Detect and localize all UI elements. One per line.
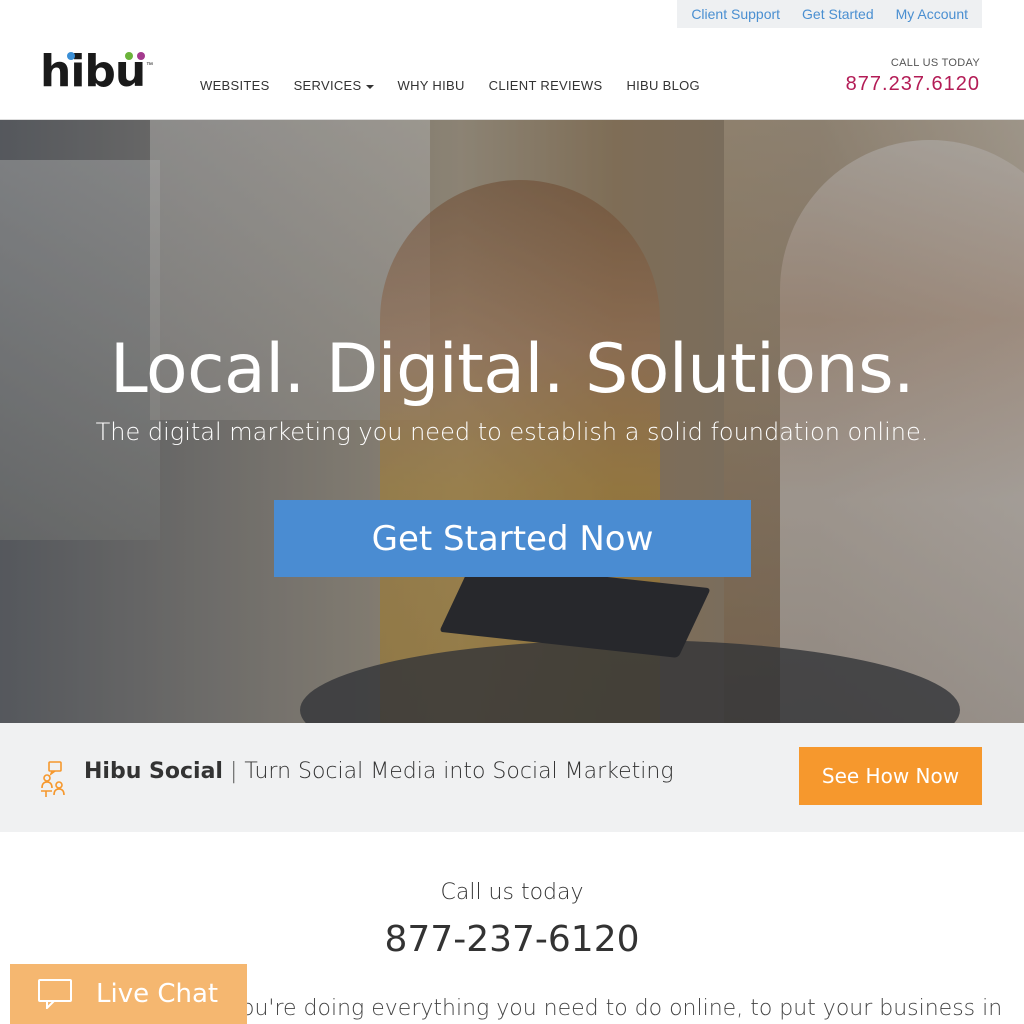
live-chat-button[interactable]: Live Chat [10,964,247,1024]
logo-dot-green [125,52,133,60]
call-section-label: Call us today [440,880,584,905]
logo-dot-purple [137,52,145,60]
utility-nav: Client Support Get Started My Account [677,0,982,28]
promo-subtitle: Turn Social Media into Social Marketing [244,759,674,784]
hero-banner: Local. Digital. Solutions. The digital m… [0,120,1024,723]
call-section: Call us today 877-237-6120 [0,880,1024,960]
promo-separator: | [229,759,238,784]
social-people-icon [41,761,65,797]
caret-down-icon [365,85,374,89]
nav-services-label: SERVICES [293,78,362,93]
promo-band: Hibu Social | Turn Social Media into Soc… [0,723,1024,832]
promo-title: Hibu Social [84,759,223,784]
chat-bubble-icon [38,979,72,1009]
hibu-logo[interactable]: hibu ™ [40,48,160,98]
logo-trademark: ™ [146,62,153,69]
my-account-link[interactable]: My Account [888,0,976,28]
nav-why-hibu[interactable]: WHY HIBU [398,78,465,93]
see-how-now-button[interactable]: See How Now [799,747,982,805]
get-started-now-button[interactable]: Get Started Now [274,500,751,577]
intro-paragraph: you're doing everything you need to do o… [228,996,1003,1021]
site-header: hibu ™ WEBSITES SERVICES WHY HIBU CLIENT… [0,28,1024,120]
logo-dot-blue [67,52,75,60]
header-call-phone[interactable]: 877.237.6120 [846,73,980,96]
get-started-link[interactable]: Get Started [794,0,882,28]
nav-hibu-blog[interactable]: HIBU BLOG [626,78,700,93]
main-nav: WEBSITES SERVICES WHY HIBU CLIENT REVIEW… [200,78,700,93]
nav-services[interactable]: SERVICES [294,78,374,93]
client-support-link[interactable]: Client Support [683,0,788,28]
hero-subtitle: The digital marketing you need to establ… [95,418,929,446]
hero-title: Local. Digital. Solutions. [109,330,915,409]
header-call-label: CALL US TODAY [890,57,980,69]
call-section-phone[interactable]: 877-237-6120 [0,919,1024,960]
nav-websites[interactable]: WEBSITES [200,78,270,93]
header-call: CALL US TODAY 877.237.6120 [846,57,980,96]
promo-text: Hibu Social | Turn Social Media into Soc… [84,759,674,784]
live-chat-label: Live Chat [96,979,219,1009]
nav-client-reviews[interactable]: CLIENT REVIEWS [489,78,603,93]
